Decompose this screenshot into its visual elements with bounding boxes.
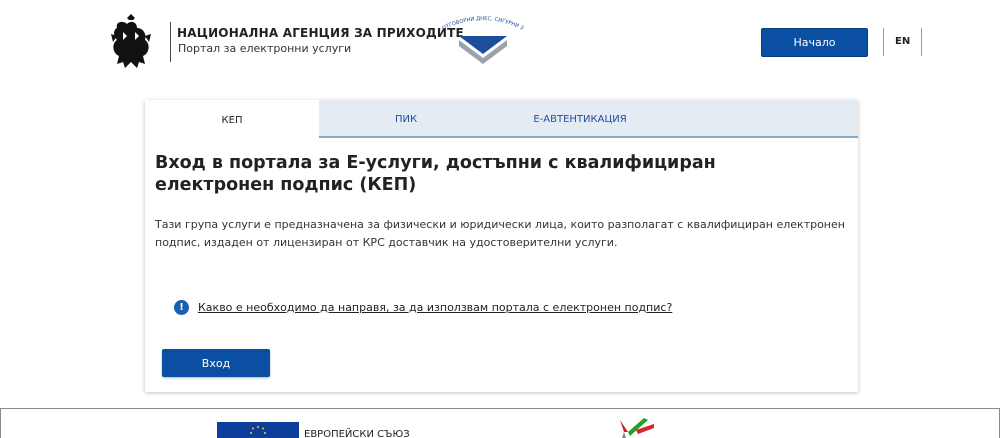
agency-subtitle: Портал за електронни услуги [178,42,352,55]
tab-e-authentication[interactable]: Е-АВТЕНТИКАЦИЯ [493,100,667,138]
home-button[interactable]: Начало [761,28,868,57]
info-icon: ! [174,300,189,315]
auth-tabs: КЕП ПИК Е-АВТЕНТИКАЦИЯ [145,100,858,140]
svg-text:ОТГОВОРНИ ДНЕС, СИГУРНИ ЗА УТР: ОТГОВОРНИ ДНЕС, СИГУРНИ ЗА УТРЕ [437,12,524,32]
tab-pik[interactable]: ПИК [319,100,493,138]
login-card: КЕП ПИК Е-АВТЕНТИКАЦИЯ Вход в портала за… [145,100,858,392]
lang-divider-right [921,28,922,56]
site-header: НАЦИОНАЛНА АГЕНЦИЯ ЗА ПРИХОДИТЕ Портал з… [0,0,1000,90]
help-link[interactable]: Какво е необходимо да направя, за да изп… [198,301,672,314]
footer-divider [0,408,1000,409]
lang-divider-left [883,28,884,56]
eu-label: ЕВРОПЕЙСКИ СЪЮЗ [304,429,410,438]
nap-logo-icon: ОТГОВОРНИ ДНЕС, СИГУРНИ ЗА УТРЕ [437,12,524,64]
agency-title: НАЦИОНАЛНА АГЕНЦИЯ ЗА ПРИХОДИТЕ [177,26,464,40]
operational-program-logo-icon [620,418,654,438]
coat-of-arms-icon [111,14,151,68]
page-description: Тази група услуги е предназначена за физ… [155,218,845,249]
header-divider [170,22,171,62]
eu-flag-icon [217,422,299,438]
logo-slogan: ОТГОВОРНИ ДНЕС, СИГУРНИ ЗА УТРЕ [437,12,524,32]
page-border-left [0,409,1,438]
tab-kep[interactable]: КЕП [145,100,319,140]
page-title: Вход в портала за Е-услуги, достъпни с к… [155,153,716,195]
language-switch[interactable]: EN [895,36,910,47]
login-button[interactable]: Вход [162,349,270,377]
